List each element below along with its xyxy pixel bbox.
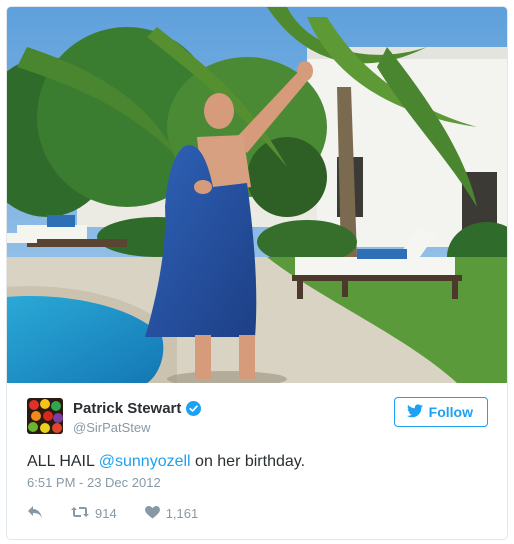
twitter-bird-icon (406, 403, 423, 421)
follow-button[interactable]: Follow (393, 397, 488, 427)
retweet-button[interactable]: 914 (71, 506, 117, 521)
tweet-text-prefix: ALL HAIL (27, 453, 99, 470)
embedded-tweet-card: Patrick Stewart @SirPatStew Follow ALL H… (6, 6, 508, 540)
verified-badge-icon (186, 401, 202, 416)
tweet-text-suffix: on her birthday. (190, 453, 306, 470)
mention-link[interactable]: @sunnyozell (99, 453, 191, 470)
like-button[interactable]: 1,161 (144, 505, 199, 522)
heart-icon (144, 505, 160, 522)
retweet-icon (71, 506, 89, 521)
author-name-row[interactable]: Patrick Stewart (73, 400, 202, 417)
reply-icon (27, 505, 43, 522)
reply-button[interactable] (27, 505, 43, 522)
tweet-photo[interactable] (7, 7, 507, 383)
like-count: 1,161 (165, 506, 199, 521)
follow-label: Follow (428, 404, 473, 420)
tweet-text: ALL HAIL @sunnyozell on her birthday. (27, 453, 305, 471)
tweet-timestamp[interactable]: 6:51 PM - 23 Dec 2012 (27, 475, 161, 490)
author-name[interactable]: Patrick Stewart (73, 400, 181, 417)
retweet-count: 914 (95, 506, 117, 521)
author-avatar[interactable] (27, 398, 63, 434)
tweet-header: Patrick Stewart @SirPatStew Follow (7, 383, 507, 443)
author-handle[interactable]: @SirPatStew (73, 420, 151, 435)
tweet-actions: 914 1,161 (27, 505, 226, 522)
